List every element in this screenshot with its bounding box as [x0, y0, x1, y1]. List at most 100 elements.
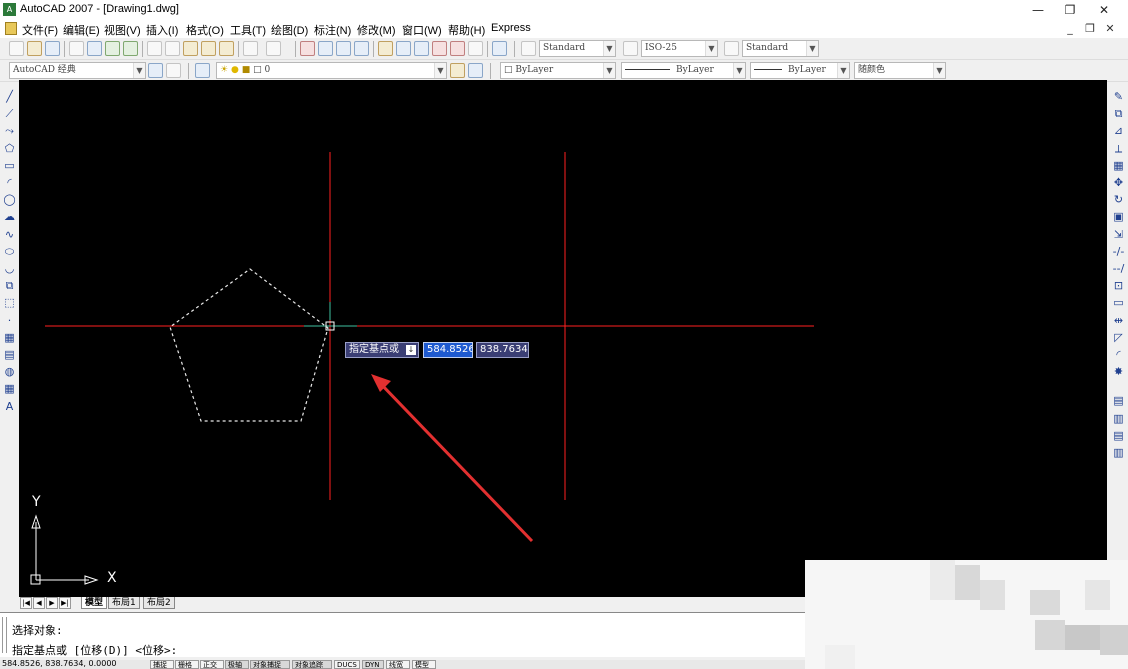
- markup-icon[interactable]: [450, 41, 465, 56]
- model-toggle[interactable]: 模型: [412, 660, 436, 669]
- table-icon[interactable]: ▦: [3, 382, 16, 395]
- menu-help[interactable]: 帮助(H): [448, 22, 485, 38]
- join-icon[interactable]: ⇹: [1112, 314, 1125, 327]
- arrow-down-icon[interactable]: ↓: [406, 345, 416, 355]
- doc-minimize-button[interactable]: _: [1060, 22, 1080, 35]
- scale-icon[interactable]: ▣: [1112, 210, 1125, 223]
- polar-toggle[interactable]: 极轴: [225, 660, 249, 669]
- break-at-point-icon[interactable]: ⊡: [1112, 279, 1125, 292]
- offset-icon[interactable]: ⟂: [1112, 142, 1125, 155]
- next-tab-button[interactable]: ▶: [46, 597, 58, 609]
- line-icon[interactable]: ╱: [3, 90, 16, 103]
- dynamic-input-x[interactable]: 584.8526: [423, 342, 473, 358]
- plot-preview-icon[interactable]: [87, 41, 102, 56]
- insert-block-icon[interactable]: ⧉: [3, 279, 16, 292]
- dyn-toggle[interactable]: DYN: [362, 660, 384, 669]
- dim-style-icon[interactable]: [623, 41, 638, 56]
- menu-insert[interactable]: 插入(I): [146, 22, 178, 38]
- redo-icon[interactable]: [266, 41, 281, 56]
- workspace-settings-icon[interactable]: [148, 63, 163, 78]
- menu-dimension[interactable]: 标注(N): [314, 22, 351, 38]
- autocad-app-icon[interactable]: A: [3, 3, 16, 16]
- help-icon[interactable]: [492, 41, 507, 56]
- workspace-select[interactable]: AutoCAD 经典▼: [9, 62, 146, 79]
- otrack-toggle[interactable]: 对象追踪: [292, 660, 332, 669]
- rectangle-icon[interactable]: ▭: [3, 159, 16, 172]
- make-object-layer-current-icon[interactable]: [450, 63, 465, 78]
- zoom-window-icon[interactable]: [336, 41, 351, 56]
- zoom-realtime-icon[interactable]: [318, 41, 333, 56]
- paste-icon[interactable]: [183, 41, 198, 56]
- tab-layout2[interactable]: 布局2: [143, 597, 175, 609]
- document-menu-icon[interactable]: [5, 22, 17, 35]
- selected-pentagon[interactable]: [170, 269, 328, 421]
- menu-express[interactable]: Express: [491, 22, 531, 34]
- undo-icon[interactable]: [243, 41, 258, 56]
- publish-dwf-icon[interactable]: [123, 41, 138, 56]
- chevron-down-icon[interactable]: ▼: [705, 41, 717, 56]
- restore-button[interactable]: ❐: [1052, 0, 1088, 20]
- draworder-under-icon[interactable]: ▥: [1112, 446, 1125, 459]
- snap-toggle[interactable]: 捕捉: [150, 660, 174, 669]
- coordinate-readout[interactable]: 584.8526, 838.7634, 0.0000: [2, 660, 117, 668]
- rotate-icon[interactable]: ↻: [1112, 193, 1125, 206]
- prev-tab-button[interactable]: ◀: [33, 597, 45, 609]
- explode-icon[interactable]: ✸: [1112, 365, 1125, 378]
- menu-draw[interactable]: 绘图(D): [271, 22, 308, 38]
- chevron-down-icon[interactable]: ▼: [933, 63, 945, 78]
- tool-palettes-icon[interactable]: [414, 41, 429, 56]
- text-style-select[interactable]: Standard▼: [539, 40, 616, 57]
- ellipse-icon[interactable]: ⬭: [3, 245, 16, 258]
- lineweight-toggle[interactable]: 线宽: [386, 660, 410, 669]
- match-properties-icon[interactable]: [201, 41, 216, 56]
- make-block-icon[interactable]: ⬚: [3, 296, 16, 309]
- draworder-back-icon[interactable]: ▥: [1112, 412, 1125, 425]
- publish-icon[interactable]: [105, 41, 120, 56]
- command-window-grip[interactable]: [2, 617, 7, 653]
- mirror-icon[interactable]: ⊿: [1112, 124, 1125, 137]
- chamfer-icon[interactable]: ◸: [1112, 331, 1125, 344]
- chevron-down-icon[interactable]: ▼: [733, 63, 745, 78]
- text-style-icon[interactable]: [521, 41, 536, 56]
- draworder-front-icon[interactable]: ▤: [1112, 394, 1125, 407]
- menu-format[interactable]: 格式(O): [186, 22, 224, 38]
- design-center-icon[interactable]: [396, 41, 411, 56]
- stretch-icon[interactable]: ⇲: [1112, 228, 1125, 241]
- erase-icon[interactable]: ✎: [1112, 90, 1125, 103]
- draworder-above-icon[interactable]: ▤: [1112, 429, 1125, 442]
- plotstyle-select[interactable]: 随颜色▼: [854, 62, 946, 79]
- arc-icon[interactable]: ◜: [3, 176, 16, 189]
- customize-icon[interactable]: [166, 63, 181, 78]
- menu-modify[interactable]: 修改(M): [357, 22, 396, 38]
- dim-style-select[interactable]: ISO-25▼: [641, 40, 718, 57]
- break-icon[interactable]: ▭: [1112, 296, 1125, 309]
- fillet-icon[interactable]: ◜: [1112, 348, 1125, 361]
- gradient-icon[interactable]: ▤: [3, 348, 16, 361]
- tab-model[interactable]: 模型: [81, 597, 107, 609]
- hatch-icon[interactable]: ▦: [3, 331, 16, 344]
- menu-window[interactable]: 窗口(W): [402, 22, 442, 38]
- spline-icon[interactable]: ∿: [3, 228, 16, 241]
- construction-line-icon[interactable]: ⟋: [3, 107, 16, 120]
- linetype-select[interactable]: ByLayer▼: [621, 62, 746, 79]
- last-tab-button[interactable]: ▶|: [59, 597, 71, 609]
- osnap-toggle[interactable]: 对象捕捉: [250, 660, 290, 669]
- region-icon[interactable]: ◍: [3, 365, 16, 378]
- chevron-down-icon[interactable]: ▼: [603, 63, 615, 78]
- command-prompt-line[interactable]: 指定基点或 [位移(D)] <位移>:: [12, 642, 177, 658]
- point-icon[interactable]: ·: [3, 314, 16, 327]
- chevron-down-icon[interactable]: ▼: [806, 41, 818, 56]
- mtext-icon[interactable]: A: [3, 400, 16, 413]
- chevron-down-icon[interactable]: ▼: [133, 63, 145, 78]
- circle-icon[interactable]: ◯: [3, 193, 16, 206]
- polygon-icon[interactable]: ⬠: [3, 142, 16, 155]
- doc-restore-button[interactable]: ❐: [1080, 22, 1100, 35]
- color-select[interactable]: □ ByLayer▼: [500, 62, 616, 79]
- menu-view[interactable]: 视图(V): [104, 22, 141, 38]
- lineweight-select[interactable]: ByLayer▼: [750, 62, 850, 79]
- menu-file[interactable]: 文件(F): [22, 22, 58, 38]
- table-style-icon[interactable]: [724, 41, 739, 56]
- first-tab-button[interactable]: |◀: [20, 597, 32, 609]
- grid-toggle[interactable]: 栅格: [175, 660, 199, 669]
- layer-previous-icon[interactable]: [468, 63, 483, 78]
